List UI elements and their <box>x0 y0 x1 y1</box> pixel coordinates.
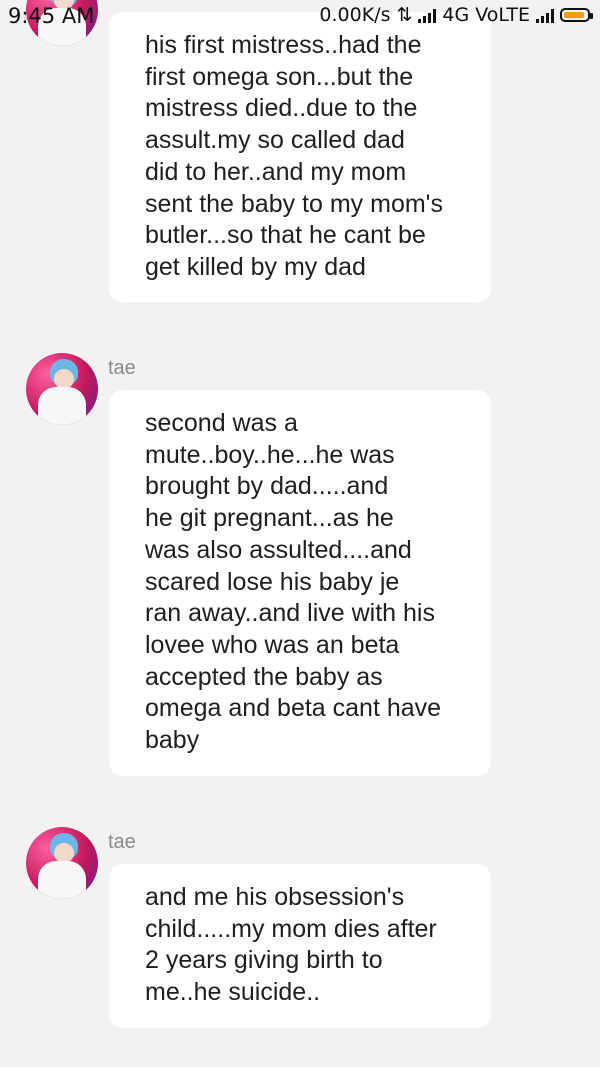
avatar-shirt <box>38 861 86 899</box>
avatar[interactable] <box>26 353 98 425</box>
avatar-shirt <box>38 387 86 425</box>
status-time: 9:45 AM <box>8 4 95 28</box>
data-transfer-icon: ⇅ <box>396 4 413 26</box>
avatar[interactable] <box>26 827 98 899</box>
battery-icon <box>560 8 593 22</box>
status-bar: 9:45 AM 0.00K/s ⇅ 4G VoLTE <box>0 0 600 34</box>
message-bubble[interactable]: his first mistress..had the first omega … <box>109 12 491 302</box>
signal-icon <box>418 7 437 23</box>
message-author[interactable]: tae <box>108 831 136 854</box>
network-speed: 0.00K/s <box>319 4 391 26</box>
message-author[interactable]: tae <box>108 357 136 380</box>
status-indicators: 0.00K/s ⇅ 4G VoLTE <box>319 4 593 26</box>
message-text: and me his obsession's child.....my mom … <box>145 883 437 1007</box>
message-text: second was a mute..boy..he...he was brou… <box>145 409 442 755</box>
signal-icon <box>536 7 554 23</box>
network-type: 4G VoLTE <box>442 4 530 26</box>
message-bubble[interactable]: and me his obsession's child.....my mom … <box>109 864 491 1028</box>
avatar-face <box>54 369 74 389</box>
message-text: his first mistress..had the first omega … <box>145 31 443 281</box>
message-bubble[interactable]: second was a mute..boy..he...he was brou… <box>109 390 491 776</box>
avatar-face <box>54 843 74 863</box>
